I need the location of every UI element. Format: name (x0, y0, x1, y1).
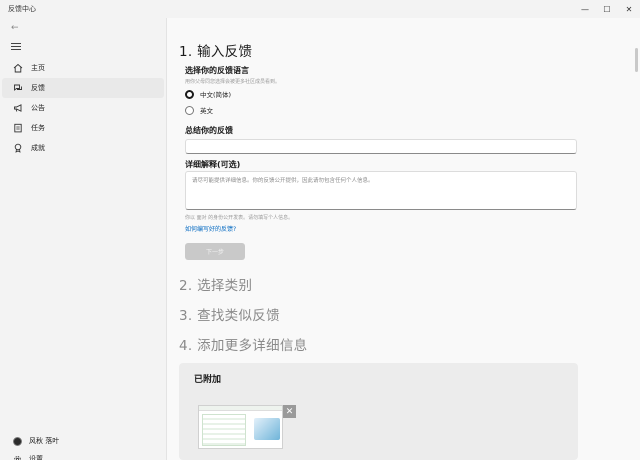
sidebar-item-label: 成就 (31, 144, 45, 152)
screenshot-thumbnail[interactable] (198, 405, 283, 449)
sidebar-item-label: 主页 (31, 64, 45, 72)
achievement-icon (13, 143, 23, 153)
language-label: 选择你的反馈语言 (185, 66, 249, 75)
user-profile[interactable]: 风秋 落叶 (13, 436, 59, 446)
minimize-button[interactable]: — (574, 0, 596, 18)
sidebar-item-settings[interactable]: 设置 (13, 454, 43, 460)
remove-attachment-button[interactable]: ✕ (283, 405, 296, 418)
summary-input[interactable] (185, 139, 577, 154)
sidebar: ← 主页 反馈 公告 任务 成就 风秋 落叶 设置 (0, 18, 166, 460)
gear-icon (13, 455, 22, 460)
details-label: 详细解释(可选) (185, 160, 241, 169)
language-option-chinese[interactable]: 中文(简体) (185, 89, 231, 99)
radio-selected-icon (185, 89, 194, 99)
language-hint: 用你父母同您选择会被更多社区成员看到。 (185, 79, 281, 85)
feedback-hub-window: 反馈中心 — ☐ ✕ ← 主页 反馈 公告 任务 成就 风秋 落叶 设置 1. … (0, 0, 640, 460)
help-link[interactable]: 如何编写好的反馈? (185, 224, 236, 233)
radio-unselected-icon (185, 105, 194, 115)
scrollbar[interactable] (635, 48, 638, 72)
details-placeholder: 请尽可能提供详细信息。你的反馈公开提供，因此请勿包含任何个人信息。 (192, 178, 374, 184)
megaphone-icon (13, 103, 23, 113)
hamburger-menu-icon[interactable] (11, 41, 21, 52)
sidebar-item-label: 任务 (31, 124, 45, 132)
sidebar-nav: 主页 反馈 公告 任务 成就 (0, 58, 166, 158)
sidebar-item-achievements[interactable]: 成就 (0, 138, 166, 158)
back-arrow-icon[interactable]: ← (11, 23, 19, 33)
attachments-title: 已附加 (194, 375, 222, 385)
sidebar-item-feedback[interactable]: 反馈 (2, 78, 164, 98)
settings-label: 设置 (29, 455, 43, 460)
close-button[interactable]: ✕ (618, 0, 640, 18)
app-title: 反馈中心 (8, 5, 36, 13)
maximize-button[interactable]: ☐ (596, 0, 618, 18)
home-icon (13, 63, 23, 73)
step-3-title[interactable]: 3. 查找类似反馈 (179, 304, 280, 324)
title-bar: 反馈中心 — ☐ ✕ (0, 0, 640, 18)
step-2-title[interactable]: 2. 选择类别 (179, 274, 252, 294)
details-hint: 你以 面对 的身份公开发表。请勿填写个人信息。 (185, 215, 294, 221)
language-option-english[interactable]: 英文 (185, 105, 213, 115)
avatar (13, 436, 22, 446)
window-controls: — ☐ ✕ (574, 0, 640, 18)
attachments-panel: 已附加 ✕ (179, 363, 578, 460)
sidebar-item-announcements[interactable]: 公告 (0, 98, 166, 118)
main-content: 1. 输入反馈 选择你的反馈语言 用你父母同您选择会被更多社区成员看到。 中文(… (166, 18, 640, 460)
radio-label: 中文(简体) (200, 91, 232, 99)
next-button[interactable]: 下一步 (185, 243, 245, 260)
radio-label: 英文 (200, 107, 213, 115)
step-4-title[interactable]: 4. 添加更多详细信息 (179, 334, 307, 354)
summary-label: 总结你的反馈 (185, 126, 233, 135)
user-name: 风秋 落叶 (29, 437, 60, 445)
sidebar-item-label: 反馈 (31, 84, 45, 92)
step-1-title: 1. 输入反馈 (179, 44, 253, 60)
sidebar-item-label: 公告 (31, 104, 45, 112)
details-textarea[interactable]: 请尽可能提供详细信息。你的反馈公开提供，因此请勿包含任何个人信息。 (185, 171, 577, 210)
sidebar-item-tasks[interactable]: 任务 (0, 118, 166, 138)
sidebar-item-home[interactable]: 主页 (0, 58, 166, 78)
feedback-icon (13, 83, 23, 93)
tasks-icon (13, 123, 23, 133)
